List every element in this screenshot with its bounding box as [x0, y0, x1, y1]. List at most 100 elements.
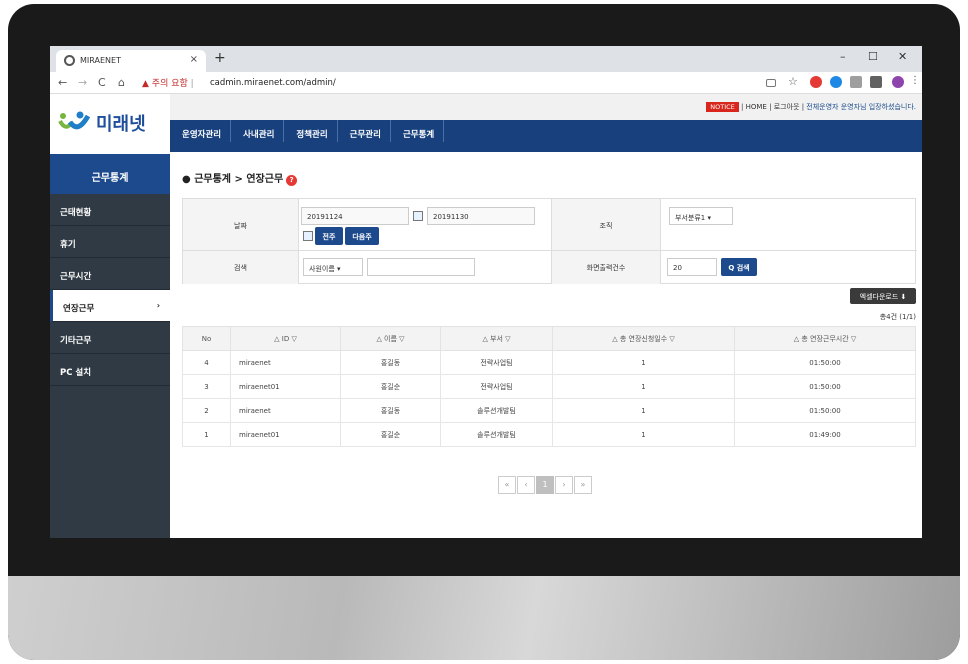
- cell-no: 1: [182, 422, 231, 447]
- main-nav: 운영자관리 사내관리 정책관리 근무관리 근무통계: [170, 120, 922, 152]
- next-week-button[interactable]: 다음주: [345, 227, 379, 245]
- profile-avatar[interactable]: [892, 76, 904, 88]
- col-no[interactable]: No: [182, 326, 231, 351]
- col-name[interactable]: △ 이름 ▽: [340, 326, 441, 351]
- star-icon[interactable]: ☆: [788, 75, 800, 88]
- forward-button[interactable]: →: [78, 76, 87, 89]
- col-id[interactable]: △ ID ▽: [230, 326, 341, 351]
- main-content: ● 근무통계 > 연장근무? 날짜 20191124 20191130 전주 다…: [170, 154, 922, 538]
- tab-close-icon[interactable]: ×: [190, 54, 198, 65]
- sidebar-item-other-work[interactable]: 기타근무: [50, 322, 170, 354]
- last-page-button[interactable]: »: [574, 476, 592, 494]
- help-icon[interactable]: ?: [286, 175, 298, 186]
- page-size-input[interactable]: 20: [667, 258, 717, 276]
- reload-button[interactable]: C: [98, 76, 106, 89]
- cell-no: 4: [182, 350, 231, 375]
- home-icon[interactable]: ⌂: [118, 76, 125, 89]
- nav-work-statistics[interactable]: 근무통계: [391, 120, 445, 142]
- sidebar-item-work-hours[interactable]: 근무시간: [50, 258, 170, 290]
- date-label: 날짜: [183, 199, 299, 251]
- sidebar-title: 근무통계: [50, 154, 170, 194]
- sidebar-item-label: 근태현황: [60, 208, 92, 218]
- new-tab-button[interactable]: +: [214, 50, 226, 66]
- date-to-input[interactable]: 20191130: [427, 207, 535, 225]
- cell-days: 1: [552, 398, 735, 423]
- calendar-icon[interactable]: [413, 211, 423, 221]
- org-select[interactable]: 부서분류1 ▾: [669, 207, 733, 225]
- cell-no: 2: [182, 398, 231, 423]
- security-warning[interactable]: ▲ 주의 요함 |: [142, 76, 194, 89]
- logo-mark-icon: [58, 111, 90, 130]
- cell-department: 전략사업팀: [440, 374, 553, 399]
- cell-department: 솔루션개발팀: [440, 398, 553, 423]
- pagination: «‹ 1 ›»: [498, 472, 593, 494]
- security-warning-label: 주의 요함: [151, 79, 188, 89]
- overtime-table: No △ ID ▽ △ 이름 ▽ △ 부서 ▽ △ 총 연장신청일수 ▽ △ 총…: [182, 326, 916, 447]
- search-button[interactable]: Q 검색: [721, 258, 757, 276]
- table-row[interactable]: 3 miraenet01 홍길순 전략사업팀 1 01:50:00: [182, 374, 916, 399]
- cell-id: miraenet01: [230, 374, 341, 399]
- key-icon[interactable]: [766, 79, 776, 87]
- date-from-input[interactable]: 20191124: [301, 207, 409, 225]
- next-page-button[interactable]: ›: [555, 476, 573, 494]
- separator: |: [769, 103, 772, 111]
- cell-days: 1: [552, 374, 735, 399]
- url-field[interactable]: cadmin.miraenet.com/admin/: [210, 78, 336, 88]
- notice-badge[interactable]: NOTICE: [706, 102, 739, 112]
- cell-department: 솔루션개발팀: [440, 422, 553, 447]
- table-header-row: No △ ID ▽ △ 이름 ▽ △ 부서 ▽ △ 총 연장신청일수 ▽ △ 총…: [182, 326, 916, 351]
- search-input[interactable]: [367, 258, 475, 276]
- home-link[interactable]: HOME: [746, 103, 767, 111]
- cell-hours: 01:49:00: [734, 422, 916, 447]
- col-total-days[interactable]: △ 총 연장신청일수 ▽: [552, 326, 735, 351]
- table-row[interactable]: 4 miraenet 홍길동 전략사업팀 1 01:50:00: [182, 350, 916, 375]
- col-total-hours[interactable]: △ 총 연장근무시간 ▽: [734, 326, 916, 351]
- nav-work-management[interactable]: 근무관리: [338, 120, 391, 142]
- cell-hours: 01:50:00: [734, 374, 916, 399]
- prev-page-button[interactable]: ‹: [517, 476, 535, 494]
- extension-icon[interactable]: [870, 76, 882, 88]
- nav-company-management[interactable]: 사내관리: [231, 120, 285, 142]
- sidebar-item-attendance[interactable]: 근태현황: [50, 194, 170, 226]
- logo[interactable]: 미래넷: [50, 94, 170, 154]
- first-page-button[interactable]: «: [498, 476, 516, 494]
- table-row[interactable]: 2 miraenet 홍길동 솔루션개발팀 1 01:50:00: [182, 398, 916, 423]
- close-window-button[interactable]: ✕: [898, 50, 907, 63]
- page-size-label: 화면출력건수: [551, 251, 661, 284]
- separator: |: [741, 103, 744, 111]
- search-type-value: 사원이름: [309, 265, 335, 273]
- org-select-value: 부서분류1: [675, 214, 706, 222]
- nav-policy-management[interactable]: 정책관리: [284, 120, 338, 142]
- extension-icon[interactable]: [850, 76, 862, 88]
- sidebar-item-leave[interactable]: 휴기: [50, 226, 170, 258]
- monitor-chin: [8, 576, 960, 660]
- back-button[interactable]: ←: [58, 76, 67, 89]
- browser-tab[interactable]: MIRAENET ×: [56, 50, 206, 72]
- calendar-icon[interactable]: [303, 231, 313, 241]
- excel-download-button[interactable]: 엑셀다운로드 ⬇: [850, 288, 916, 304]
- cell-hours: 01:50:00: [734, 398, 916, 423]
- search-type-select[interactable]: 사원이름 ▾: [303, 258, 363, 276]
- table-row[interactable]: 1 miraenet01 홍길순 솔루션개발팀 1 01:49:00: [182, 422, 916, 447]
- extension-icon[interactable]: [810, 76, 822, 88]
- nav-operator-management[interactable]: 운영자관리: [170, 120, 232, 142]
- prev-week-button[interactable]: 전주: [315, 227, 343, 245]
- page-title: ● 근무통계 > 연장근무: [182, 174, 284, 185]
- extension-icon[interactable]: [830, 76, 842, 88]
- sidebar-item-overtime[interactable]: 연장근무 ›: [50, 290, 170, 322]
- current-page[interactable]: 1: [536, 476, 554, 494]
- tab-title: MIRAENET: [80, 56, 121, 65]
- divider: [299, 250, 551, 251]
- logout-link[interactable]: 로그아웃: [774, 103, 800, 111]
- cell-department: 전략사업팀: [440, 350, 553, 375]
- maximize-button[interactable]: ☐: [868, 50, 878, 63]
- menu-icon[interactable]: ⋮: [910, 75, 922, 87]
- minimize-button[interactable]: –: [840, 50, 846, 63]
- sidebar-item-label: 휴기: [60, 240, 76, 250]
- sidebar-item-label: 근무시간: [60, 272, 92, 282]
- org-label: 조직: [551, 199, 661, 251]
- col-department[interactable]: △ 부서 ▽: [440, 326, 553, 351]
- sidebar-item-pc-install[interactable]: PC 설치: [50, 354, 170, 386]
- cell-name: 홍길순: [340, 422, 441, 447]
- browser-window: MIRAENET × + – ☐ ✕ ← → C ⌂ ▲ 주의 요함 | cad…: [50, 46, 922, 538]
